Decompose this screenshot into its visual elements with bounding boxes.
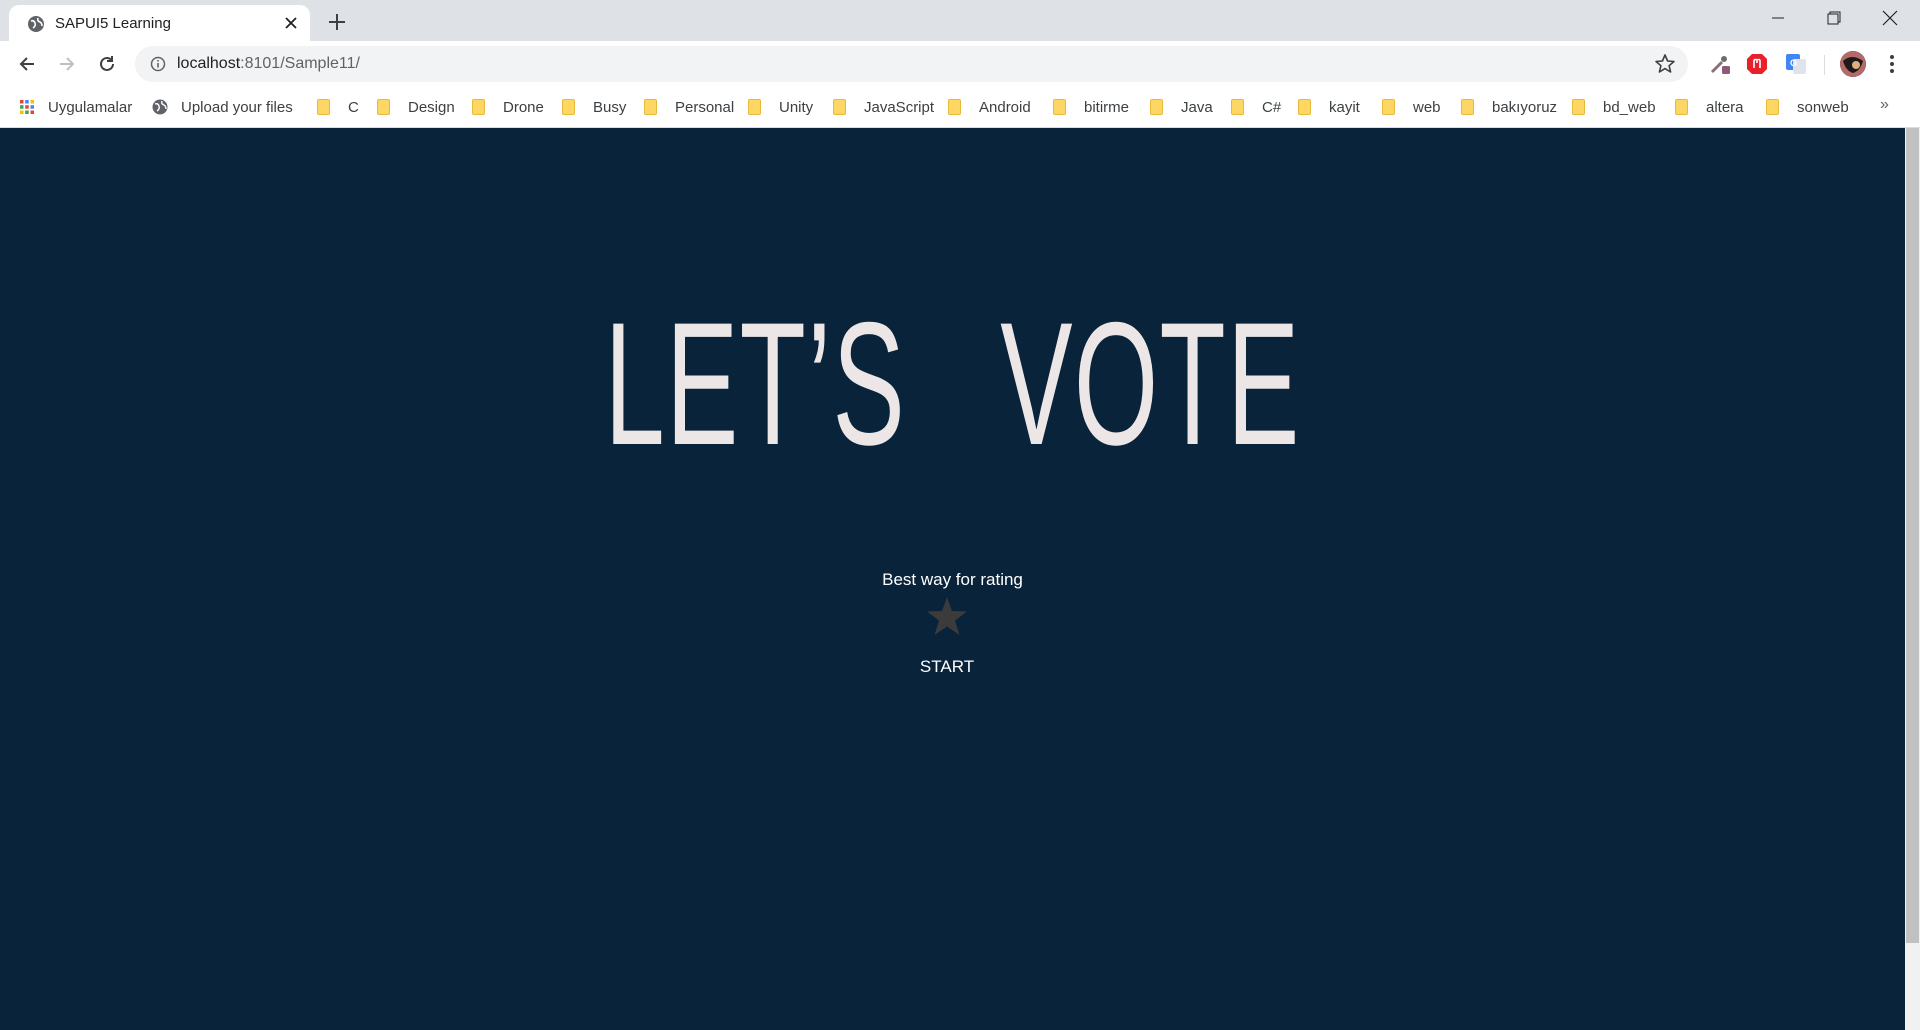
folder-icon — [377, 99, 390, 115]
folder-icon — [948, 99, 961, 115]
tab-active[interactable]: SAPUI5 Learning — [9, 5, 310, 41]
back-button[interactable] — [13, 50, 41, 78]
bookmark-label: Drone — [503, 98, 544, 116]
bookmark-label: Upload your files — [181, 98, 293, 116]
bookmark-label: C# — [1262, 98, 1282, 116]
minimize-icon — [1772, 17, 1784, 19]
folder-icon — [317, 99, 330, 115]
scrollbar-thumb[interactable] — [1906, 128, 1919, 943]
bookmark-folder-busy[interactable]: Busy — [562, 96, 626, 118]
adblock-extension-icon[interactable] — [1745, 52, 1769, 76]
new-tab-icon[interactable] — [324, 9, 350, 35]
hero-title: LET’S VOTE — [604, 287, 1301, 482]
url-path: :8101/Sample11/ — [240, 55, 360, 72]
folder-icon — [748, 99, 761, 115]
bookmark-label: bd_web — [1603, 98, 1656, 116]
apps-grid-icon — [20, 100, 34, 114]
subtitle: Best way for rating — [882, 570, 1023, 589]
bookmark-folder-personal[interactable]: Personal — [644, 96, 734, 118]
bookmark-label: Java — [1181, 98, 1213, 116]
close-icon — [1882, 10, 1898, 26]
svg-text:G: G — [1790, 58, 1797, 68]
bookmark-folder-javascript[interactable]: JavaScript — [833, 96, 934, 118]
bookmark-apps[interactable]: Uygulamalar — [19, 96, 132, 118]
folder-icon — [472, 99, 485, 115]
forward-arrow-icon — [60, 57, 75, 71]
more-menu-icon[interactable] — [1882, 52, 1902, 76]
reload-button[interactable] — [93, 50, 121, 78]
bookmark-folder-bitirme[interactable]: bitirme — [1053, 96, 1129, 118]
bookmark-label: JavaScript — [864, 98, 935, 116]
folder-icon — [644, 99, 657, 115]
reload-icon — [100, 56, 114, 71]
close-tab-icon[interactable] — [281, 13, 301, 33]
bookmark-folder-drone[interactable]: Drone — [472, 96, 544, 118]
bookmark-label: Design — [408, 98, 455, 116]
back-arrow-icon — [19, 57, 34, 71]
folder-icon — [1461, 99, 1474, 115]
forward-button[interactable] — [53, 50, 81, 78]
bookmarks-bar: Uygulamalar Upload your files C Design D… — [0, 87, 1920, 128]
bookmark-folder-java[interactable]: Java — [1150, 96, 1213, 118]
globe-icon — [28, 16, 44, 32]
browser-toolbar: localhost:8101/Sample11/ G — [0, 41, 1920, 87]
address-bar[interactable]: localhost:8101/Sample11/ — [135, 46, 1688, 82]
folder-icon — [1572, 99, 1585, 115]
minimize-button[interactable] — [1750, 0, 1806, 36]
bookmark-label: Busy — [593, 98, 627, 116]
bookmarks-overflow-button[interactable]: » — [1880, 96, 1889, 114]
bookmark-folder-design[interactable]: Design — [377, 96, 455, 118]
avatar-icon — [1840, 51, 1866, 77]
folder-icon — [1675, 99, 1688, 115]
bookmark-label: Android — [979, 98, 1031, 116]
folder-icon — [833, 99, 846, 115]
toolbar-divider — [1824, 55, 1825, 75]
bookmark-label: altera — [1706, 98, 1744, 116]
bookmark-label: Uygulamalar — [48, 98, 133, 116]
bookmark-label: sonweb — [1797, 98, 1849, 116]
restore-icon — [1827, 11, 1841, 25]
bookmark-label: Unity — [779, 98, 814, 116]
bookmark-star-icon[interactable] — [1654, 53, 1676, 75]
folder-icon — [1053, 99, 1066, 115]
bookmark-upload[interactable]: Upload your files — [152, 96, 293, 118]
bookmark-label: bakıyoruz — [1492, 98, 1558, 116]
bookmark-folder-altera[interactable]: altera — [1675, 96, 1744, 118]
info-icon[interactable] — [150, 56, 166, 72]
bookmark-folder-bd-web[interactable]: bd_web — [1572, 96, 1656, 118]
url-text[interactable]: localhost:8101/Sample11/ — [177, 55, 360, 73]
translate-extension-icon[interactable]: G — [1784, 52, 1808, 76]
folder-icon — [1382, 99, 1395, 115]
bookmark-folder-bakiyoruz[interactable]: bakıyoruz — [1461, 96, 1557, 118]
close-window-button[interactable] — [1862, 0, 1918, 36]
folder-icon — [1766, 99, 1779, 115]
bookmark-folder-android[interactable]: Android — [948, 96, 1031, 118]
tab-title: SAPUI5 Learning — [55, 15, 171, 32]
star-icon[interactable] — [926, 596, 968, 638]
start-button[interactable]: START — [900, 650, 994, 684]
folder-icon — [1231, 99, 1244, 115]
bookmark-folder-web[interactable]: web — [1382, 96, 1441, 118]
bookmark-folder-kayit[interactable]: kayit — [1298, 96, 1360, 118]
folder-icon — [1150, 99, 1163, 115]
globe-icon — [152, 99, 168, 115]
folder-icon — [1298, 99, 1311, 115]
bookmark-label: bitirme — [1084, 98, 1130, 116]
bookmark-label: kayit — [1329, 98, 1360, 116]
bookmark-folder-sonweb[interactable]: sonweb — [1766, 96, 1849, 118]
bookmark-folder-unity[interactable]: Unity — [748, 96, 813, 118]
bookmark-folder-csharp[interactable]: C# — [1231, 96, 1281, 118]
bookmark-folder-c[interactable]: C — [317, 96, 359, 118]
bookmark-label: web — [1413, 98, 1441, 116]
restore-button[interactable] — [1806, 0, 1862, 36]
url-host: localhost — [177, 55, 241, 72]
folder-icon — [562, 99, 575, 115]
bookmark-label: Personal — [675, 98, 735, 116]
profile-avatar[interactable] — [1840, 51, 1866, 77]
color-picker-extension-icon[interactable] — [1708, 52, 1732, 76]
tab-strip: SAPUI5 Learning — [0, 0, 1920, 41]
bookmark-label: C — [348, 98, 359, 116]
